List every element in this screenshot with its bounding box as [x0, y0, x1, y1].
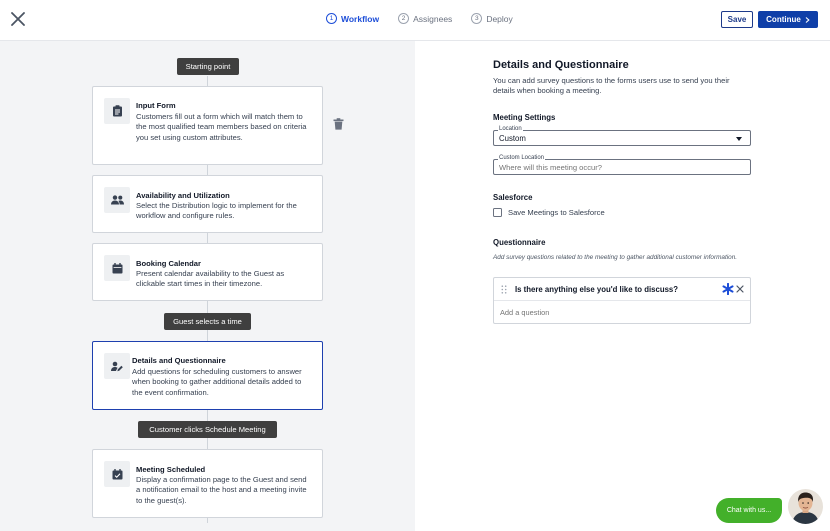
calendar-check-icon	[104, 461, 130, 487]
details-pane: Details and Questionnaire You can add su…	[415, 41, 830, 531]
card-title: Details and Questionnaire	[132, 356, 226, 365]
card-input-form[interactable]: Input Form Customers fill out a form whi…	[92, 86, 323, 165]
card-description: Select the Distribution logic to impleme…	[136, 201, 297, 221]
card-details-questionnaire[interactable]: Details and Questionnaire Add questions …	[92, 341, 323, 410]
details-subtitle: You can add survey questions to the form…	[493, 76, 730, 96]
step-deploy[interactable]: 3 Deploy	[471, 13, 513, 24]
calendar-icon	[104, 255, 130, 281]
caret-down-icon	[736, 137, 742, 141]
support-avatar[interactable]	[788, 489, 823, 524]
card-meeting-scheduled[interactable]: Meeting Scheduled Display a confirmation…	[92, 449, 323, 518]
step-workflow[interactable]: 1 Workflow	[326, 13, 379, 24]
card-description: Present calendar availability to the Gue…	[136, 269, 285, 289]
remove-question-icon[interactable]	[736, 285, 744, 293]
card-availability[interactable]: Availability and Utilization Select the …	[92, 175, 323, 233]
top-bar: 1 Workflow 2 Assignees 3 Deploy Save Con…	[0, 0, 830, 41]
step-number: 3	[471, 13, 483, 24]
chat-button[interactable]: Chat with us...	[716, 498, 782, 523]
drag-handle-icon[interactable]	[501, 285, 507, 294]
person-edit-icon	[104, 353, 130, 379]
questionnaire-list: Is there anything else you'd like to dis…	[493, 277, 751, 324]
customer-clicks-label: Customer clicks Schedule Meeting	[138, 421, 277, 438]
close-icon[interactable]	[11, 12, 25, 26]
card-booking-calendar[interactable]: Booking Calendar Present calendar availa…	[92, 243, 323, 301]
custom-location-input[interactable]	[499, 163, 739, 172]
step-label: Assignees	[413, 13, 453, 24]
questionnaire-heading: Questionnaire	[493, 238, 546, 247]
add-question-input[interactable]	[500, 308, 740, 317]
custom-location-label: Custom Location	[498, 155, 546, 161]
salesforce-checkbox-label: Save Meetings to Salesforce	[508, 208, 605, 217]
question-item: Is there anything else you'd like to dis…	[494, 278, 750, 301]
people-icon	[104, 187, 130, 213]
guest-selects-time-label: Guest selects a time	[164, 313, 251, 330]
card-description: Add questions for scheduling customers t…	[132, 367, 302, 397]
chevron-right-icon	[805, 16, 810, 23]
continue-button[interactable]: Continue	[758, 11, 818, 28]
save-button[interactable]: Save	[721, 11, 753, 28]
step-label: Workflow	[341, 13, 380, 24]
starting-point-label: Starting point	[177, 58, 239, 75]
card-title: Availability and Utilization	[136, 191, 230, 200]
step-label: Deploy	[486, 13, 513, 24]
step-assignees[interactable]: 2 Assignees	[398, 13, 452, 24]
clipboard-icon	[104, 98, 130, 124]
location-label: Location	[498, 126, 523, 132]
workflow-pane: Starting point Input Form Customers fill…	[0, 41, 415, 531]
details-title: Details and Questionnaire	[493, 59, 629, 71]
questionnaire-hint: Add survey questions related to the meet…	[493, 254, 738, 261]
card-title: Booking Calendar	[136, 259, 201, 268]
step-number: 2	[398, 13, 410, 24]
card-description: Display a confirmation page to the Guest…	[136, 475, 307, 505]
salesforce-checkbox-row[interactable]: Save Meetings to Salesforce	[493, 208, 605, 217]
stepper: 1 Workflow 2 Assignees 3 Deploy	[326, 13, 513, 24]
step-number: 1	[326, 13, 337, 24]
salesforce-heading: Salesforce	[493, 193, 533, 202]
continue-label: Continue	[766, 15, 801, 24]
custom-location-field[interactable]: Custom Location	[493, 155, 751, 175]
trash-icon[interactable]	[333, 118, 344, 130]
card-title: Meeting Scheduled	[136, 465, 206, 474]
card-description: Customers fill out a form which will mat…	[136, 112, 307, 142]
salesforce-checkbox[interactable]	[493, 208, 502, 217]
question-text: Is there anything else you'd like to dis…	[515, 285, 679, 294]
card-title: Input Form	[136, 101, 176, 110]
location-select[interactable]: Location Custom	[493, 126, 751, 146]
location-value: Custom	[499, 134, 526, 143]
meeting-settings-heading: Meeting Settings	[493, 113, 556, 122]
asterisk-icon[interactable]	[722, 283, 734, 295]
